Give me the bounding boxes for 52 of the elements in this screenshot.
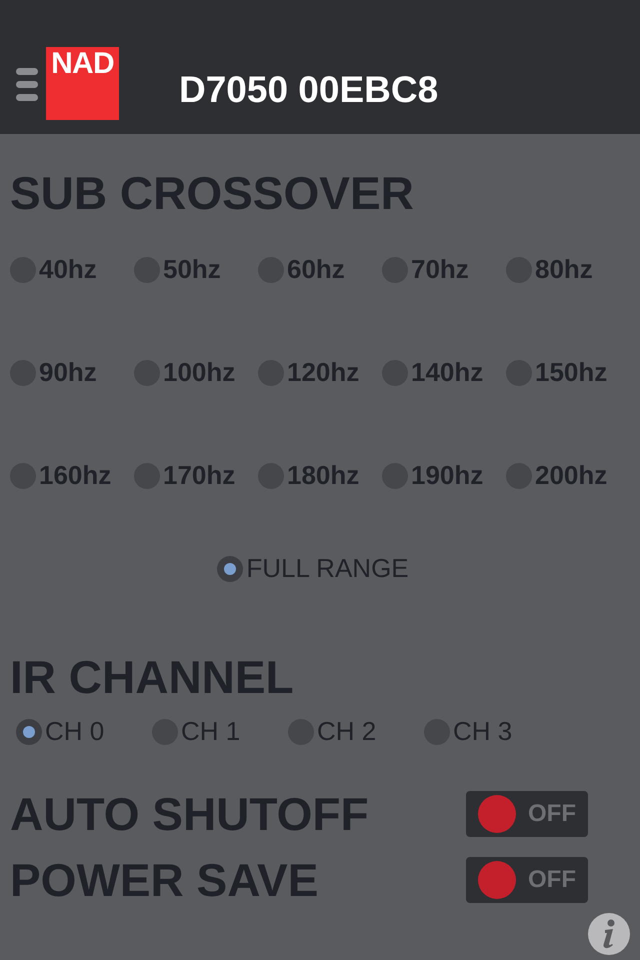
setting-label: AUTO SHUTOFF bbox=[10, 791, 369, 837]
radio-label: 180hz bbox=[287, 459, 360, 492]
brand-logo: NAD bbox=[46, 47, 119, 120]
menu-icon[interactable] bbox=[16, 68, 38, 102]
radio-option[interactable]: 190hz bbox=[382, 456, 506, 495]
radio-option[interactable]: FULL RANGE bbox=[217, 549, 409, 588]
info-icon[interactable] bbox=[588, 913, 630, 955]
radio-label: 90hz bbox=[39, 356, 97, 389]
toggle-switch[interactable]: OFF bbox=[466, 857, 588, 903]
device-title: D7050 00EBC8 bbox=[179, 71, 438, 108]
radio-label: 190hz bbox=[411, 459, 484, 492]
radio-option[interactable]: 100hz bbox=[134, 353, 258, 392]
setting-label: POWER SAVE bbox=[10, 857, 318, 903]
radio-option[interactable]: 200hz bbox=[506, 456, 630, 495]
radio-label: 150hz bbox=[535, 356, 608, 389]
radio-label: 120hz bbox=[287, 356, 360, 389]
radio-option[interactable]: 90hz bbox=[10, 353, 134, 392]
radio-label: 60hz bbox=[287, 253, 345, 286]
radio-option[interactable]: 160hz bbox=[10, 456, 134, 495]
radio-option[interactable]: 80hz bbox=[506, 250, 630, 289]
radio-label: 50hz bbox=[163, 253, 221, 286]
radio-label: CH 2 bbox=[317, 715, 376, 748]
radio-label: CH 3 bbox=[453, 715, 512, 748]
radio-label: 40hz bbox=[39, 253, 97, 286]
radio-label: 140hz bbox=[411, 356, 484, 389]
radio-label: 200hz bbox=[535, 459, 608, 492]
radio-label: CH 1 bbox=[181, 715, 240, 748]
radio-option[interactable]: 170hz bbox=[134, 456, 258, 495]
radio-option[interactable]: 60hz bbox=[258, 250, 382, 289]
radio-button[interactable] bbox=[16, 718, 42, 744]
radio-label: 80hz bbox=[535, 253, 593, 286]
radio-option[interactable]: 70hz bbox=[382, 250, 506, 289]
radio-option[interactable]: 40hz bbox=[10, 250, 134, 289]
radio-option[interactable]: CH 3 bbox=[424, 712, 560, 751]
radio-label: 100hz bbox=[163, 356, 236, 389]
radio-option[interactable]: 180hz bbox=[258, 456, 382, 495]
radio-label: 170hz bbox=[163, 459, 236, 492]
radio-button[interactable] bbox=[217, 556, 244, 582]
section-heading: IR CHANNEL bbox=[10, 654, 295, 700]
radio-option[interactable]: 140hz bbox=[382, 353, 506, 392]
radio-label: 160hz bbox=[39, 459, 112, 492]
radio-option[interactable]: 120hz bbox=[258, 353, 382, 392]
radio-label: 70hz bbox=[411, 253, 469, 286]
radio-option[interactable]: 150hz bbox=[506, 353, 630, 392]
toggle-switch[interactable]: OFF bbox=[466, 791, 588, 837]
radio-label: CH 0 bbox=[45, 715, 104, 748]
radio-label: FULL RANGE bbox=[246, 552, 409, 585]
section-heading: SUB CROSSOVER bbox=[10, 170, 415, 216]
radio-option[interactable]: CH 2 bbox=[288, 712, 424, 751]
radio-option[interactable]: CH 0 bbox=[16, 712, 152, 751]
radio-option[interactable]: CH 1 bbox=[152, 712, 288, 751]
radio-option[interactable]: 50hz bbox=[134, 250, 258, 289]
